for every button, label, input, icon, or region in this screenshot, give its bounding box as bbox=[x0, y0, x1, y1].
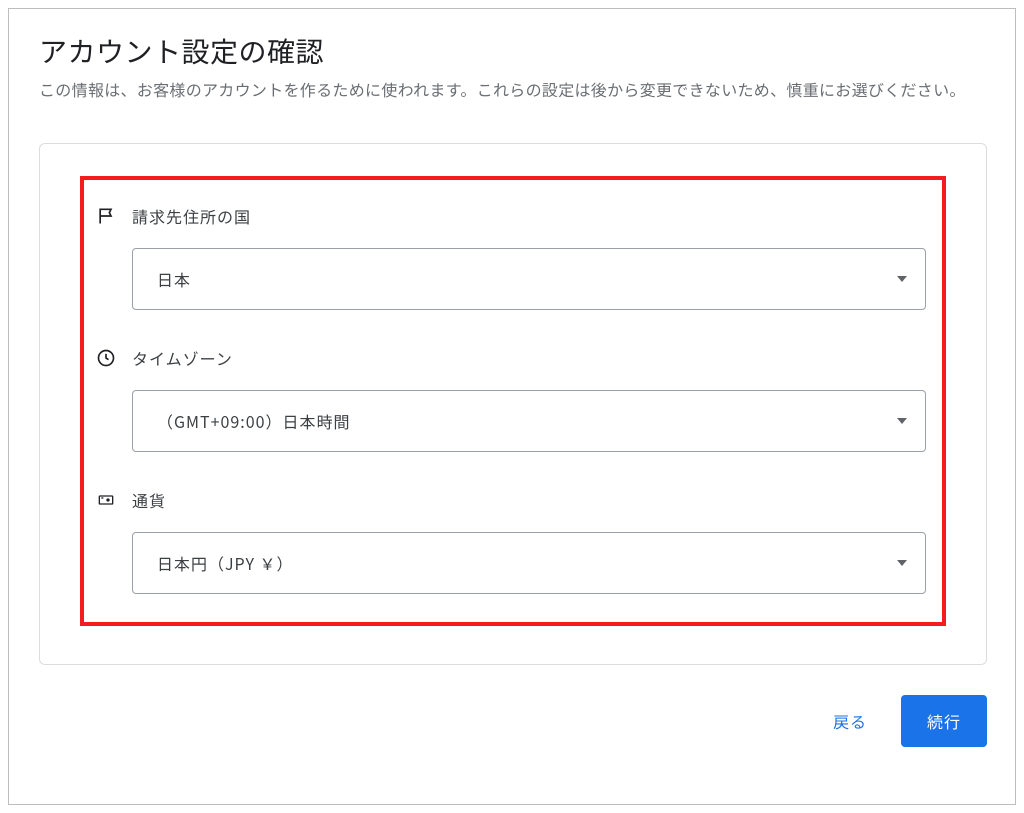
timezone-field: タイムゾーン （GMT+09:00）日本時間 bbox=[96, 346, 926, 452]
currency-field: 通貨 日本円（JPY ￥） bbox=[96, 488, 926, 594]
settings-highlight: 請求先住所の国 日本 タイムゾーン bbox=[80, 176, 946, 626]
chevron-down-icon bbox=[897, 418, 907, 424]
country-label-row: 請求先住所の国 bbox=[96, 204, 926, 228]
timezone-value: （GMT+09:00）日本時間 bbox=[157, 409, 350, 433]
continue-button[interactable]: 続行 bbox=[901, 695, 987, 747]
currency-label-row: 通貨 bbox=[96, 488, 926, 512]
country-field: 請求先住所の国 日本 bbox=[96, 204, 926, 310]
country-value: 日本 bbox=[157, 267, 191, 291]
country-label: 請求先住所の国 bbox=[132, 204, 251, 228]
currency-icon bbox=[96, 490, 116, 510]
page-container: アカウント設定の確認 この情報は、お客様のアカウントを作るために使われます。これ… bbox=[8, 8, 1016, 805]
back-button[interactable]: 戻る bbox=[829, 701, 871, 741]
settings-card: 請求先住所の国 日本 タイムゾーン bbox=[39, 143, 987, 665]
country-select[interactable]: 日本 bbox=[132, 248, 926, 310]
page-subtitle: この情報は、お客様のアカウントを作るために使われます。これらの設定は後から変更で… bbox=[39, 77, 987, 103]
timezone-label-row: タイムゾーン bbox=[96, 346, 926, 370]
page-title: アカウント設定の確認 bbox=[39, 31, 987, 71]
timezone-select[interactable]: （GMT+09:00）日本時間 bbox=[132, 390, 926, 452]
currency-value: 日本円（JPY ￥） bbox=[157, 551, 294, 575]
chevron-down-icon bbox=[897, 560, 907, 566]
chevron-down-icon bbox=[897, 276, 907, 282]
currency-select[interactable]: 日本円（JPY ￥） bbox=[132, 532, 926, 594]
timezone-label: タイムゾーン bbox=[132, 346, 233, 370]
actions-row: 戻る 続行 bbox=[39, 695, 987, 747]
currency-label: 通貨 bbox=[132, 488, 166, 512]
flag-icon bbox=[96, 206, 116, 226]
clock-icon bbox=[96, 348, 116, 368]
